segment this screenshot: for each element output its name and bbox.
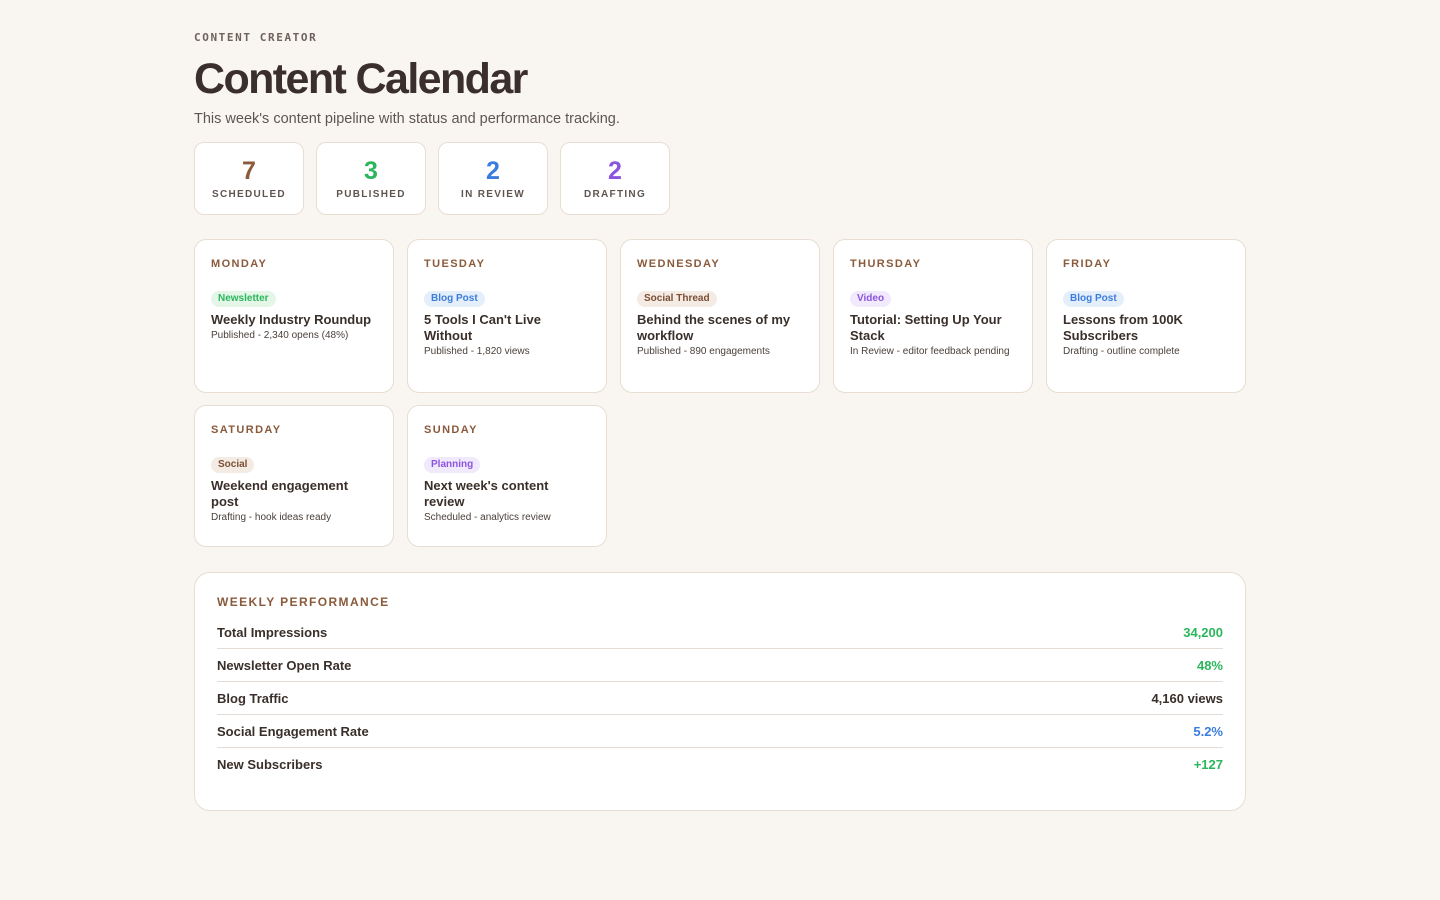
day-card-saturday[interactable]: SATURDAY Social Weekend engagement post … bbox=[194, 405, 394, 547]
day-name: SATURDAY bbox=[211, 424, 282, 436]
day-name: SUNDAY bbox=[424, 424, 478, 436]
weekly-performance-panel: WEEKLY PERFORMANCE Total Impressions 34,… bbox=[194, 572, 1246, 811]
content-title: Weekly Industry Roundup bbox=[211, 312, 372, 327]
stat-card-scheduled: 7 SCHEDULED bbox=[194, 142, 304, 215]
day-card-wednesday[interactable]: WEDNESDAY Social Thread Behind the scene… bbox=[620, 239, 820, 393]
content-title: 5 Tools I Can't Live Without bbox=[424, 312, 541, 343]
metric-label: Total Impressions bbox=[217, 624, 328, 640]
content-title: Next week's content review bbox=[424, 478, 549, 509]
content-status: Published - 2,340 opens (48%) bbox=[211, 330, 349, 341]
content-status: Scheduled - analytics review bbox=[424, 512, 551, 523]
stat-card-drafting: 2 DRAFTING bbox=[560, 142, 670, 215]
content-title: Behind the scenes of my workflow bbox=[637, 312, 791, 343]
content-type-badge: Social Thread bbox=[637, 291, 717, 307]
content-type-badge: Newsletter bbox=[211, 291, 276, 307]
day-name: TUESDAY bbox=[424, 258, 486, 270]
day-card-monday[interactable]: MONDAY Newsletter Weekly Industry Roundu… bbox=[194, 239, 394, 393]
content-status: Published - 1,820 views bbox=[424, 346, 530, 357]
stat-value: 2 bbox=[486, 157, 500, 185]
metric-value: 5.2% bbox=[1193, 723, 1223, 739]
stat-value: 3 bbox=[364, 157, 378, 185]
content-title: Tutorial: Setting Up Your Stack bbox=[850, 312, 1002, 343]
stat-card-published: 3 PUBLISHED bbox=[316, 142, 426, 215]
content-title: Weekend engagement post bbox=[211, 478, 349, 509]
page-title: Content Calendar bbox=[194, 55, 528, 103]
performance-row: Newsletter Open Rate 48% bbox=[217, 649, 1223, 682]
content-title: Lessons from 100K Subscribers bbox=[1063, 312, 1183, 343]
content-type-badge: Social bbox=[211, 457, 255, 473]
day-name: MONDAY bbox=[211, 258, 268, 270]
day-name: WEDNESDAY bbox=[637, 258, 721, 270]
content-status: Drafting - hook ideas ready bbox=[211, 512, 332, 523]
page-eyebrow: CONTENT CREATOR bbox=[194, 31, 318, 44]
content-calendar-page: CONTENT CREATOR Content Calendar This we… bbox=[194, 30, 1246, 811]
page-subtitle: This week's content pipeline with status… bbox=[194, 111, 620, 127]
performance-title: WEEKLY PERFORMANCE bbox=[217, 595, 390, 609]
metric-value: 48% bbox=[1196, 657, 1223, 673]
metric-label: Newsletter Open Rate bbox=[217, 657, 352, 673]
metric-label: New Subscribers bbox=[217, 757, 323, 772]
stat-label: PUBLISHED bbox=[336, 189, 406, 200]
day-card-thursday[interactable]: THURSDAY Video Tutorial: Setting Up Your… bbox=[833, 239, 1033, 393]
performance-row: New Subscribers +127 bbox=[217, 748, 1223, 781]
day-card-sunday[interactable]: SUNDAY Planning Next week's content revi… bbox=[407, 405, 607, 547]
stat-value: 7 bbox=[242, 157, 256, 185]
content-status: Drafting - outline complete bbox=[1063, 346, 1180, 357]
day-name: FRIDAY bbox=[1063, 258, 1112, 270]
content-status: Published - 890 engagements bbox=[637, 346, 770, 357]
content-status: In Review - editor feedback pending bbox=[850, 346, 1010, 357]
day-name: THURSDAY bbox=[850, 258, 922, 270]
metric-label: Social Engagement Rate bbox=[217, 723, 369, 739]
day-card-friday[interactable]: FRIDAY Blog Post Lessons from 100K Subsc… bbox=[1046, 239, 1246, 393]
metric-value: +127 bbox=[1193, 757, 1223, 772]
metric-label: Blog Traffic bbox=[217, 690, 289, 706]
week-grid: MONDAY Newsletter Weekly Industry Roundu… bbox=[194, 239, 1246, 547]
content-type-badge: Video bbox=[850, 291, 892, 307]
stat-label: SCHEDULED bbox=[212, 189, 286, 200]
day-card-tuesday[interactable]: TUESDAY Blog Post 5 Tools I Can't Live W… bbox=[407, 239, 607, 393]
stat-label: IN REVIEW bbox=[461, 189, 525, 200]
content-type-badge: Blog Post bbox=[424, 291, 485, 307]
metric-value: 4,160 views bbox=[1151, 690, 1223, 706]
metric-value: 34,200 bbox=[1183, 624, 1223, 640]
stats-row: 7 SCHEDULED 3 PUBLISHED 2 IN REVIEW 2 DR… bbox=[194, 142, 1246, 215]
content-type-badge: Planning bbox=[424, 457, 481, 473]
stat-value: 2 bbox=[608, 157, 622, 185]
content-type-badge: Blog Post bbox=[1063, 291, 1124, 307]
stat-card-in-review: 2 IN REVIEW bbox=[438, 142, 548, 215]
performance-row: Social Engagement Rate 5.2% bbox=[217, 715, 1223, 748]
stat-label: DRAFTING bbox=[583, 189, 647, 200]
performance-row: Blog Traffic 4,160 views bbox=[217, 682, 1223, 715]
performance-row: Total Impressions 34,200 bbox=[217, 616, 1223, 649]
